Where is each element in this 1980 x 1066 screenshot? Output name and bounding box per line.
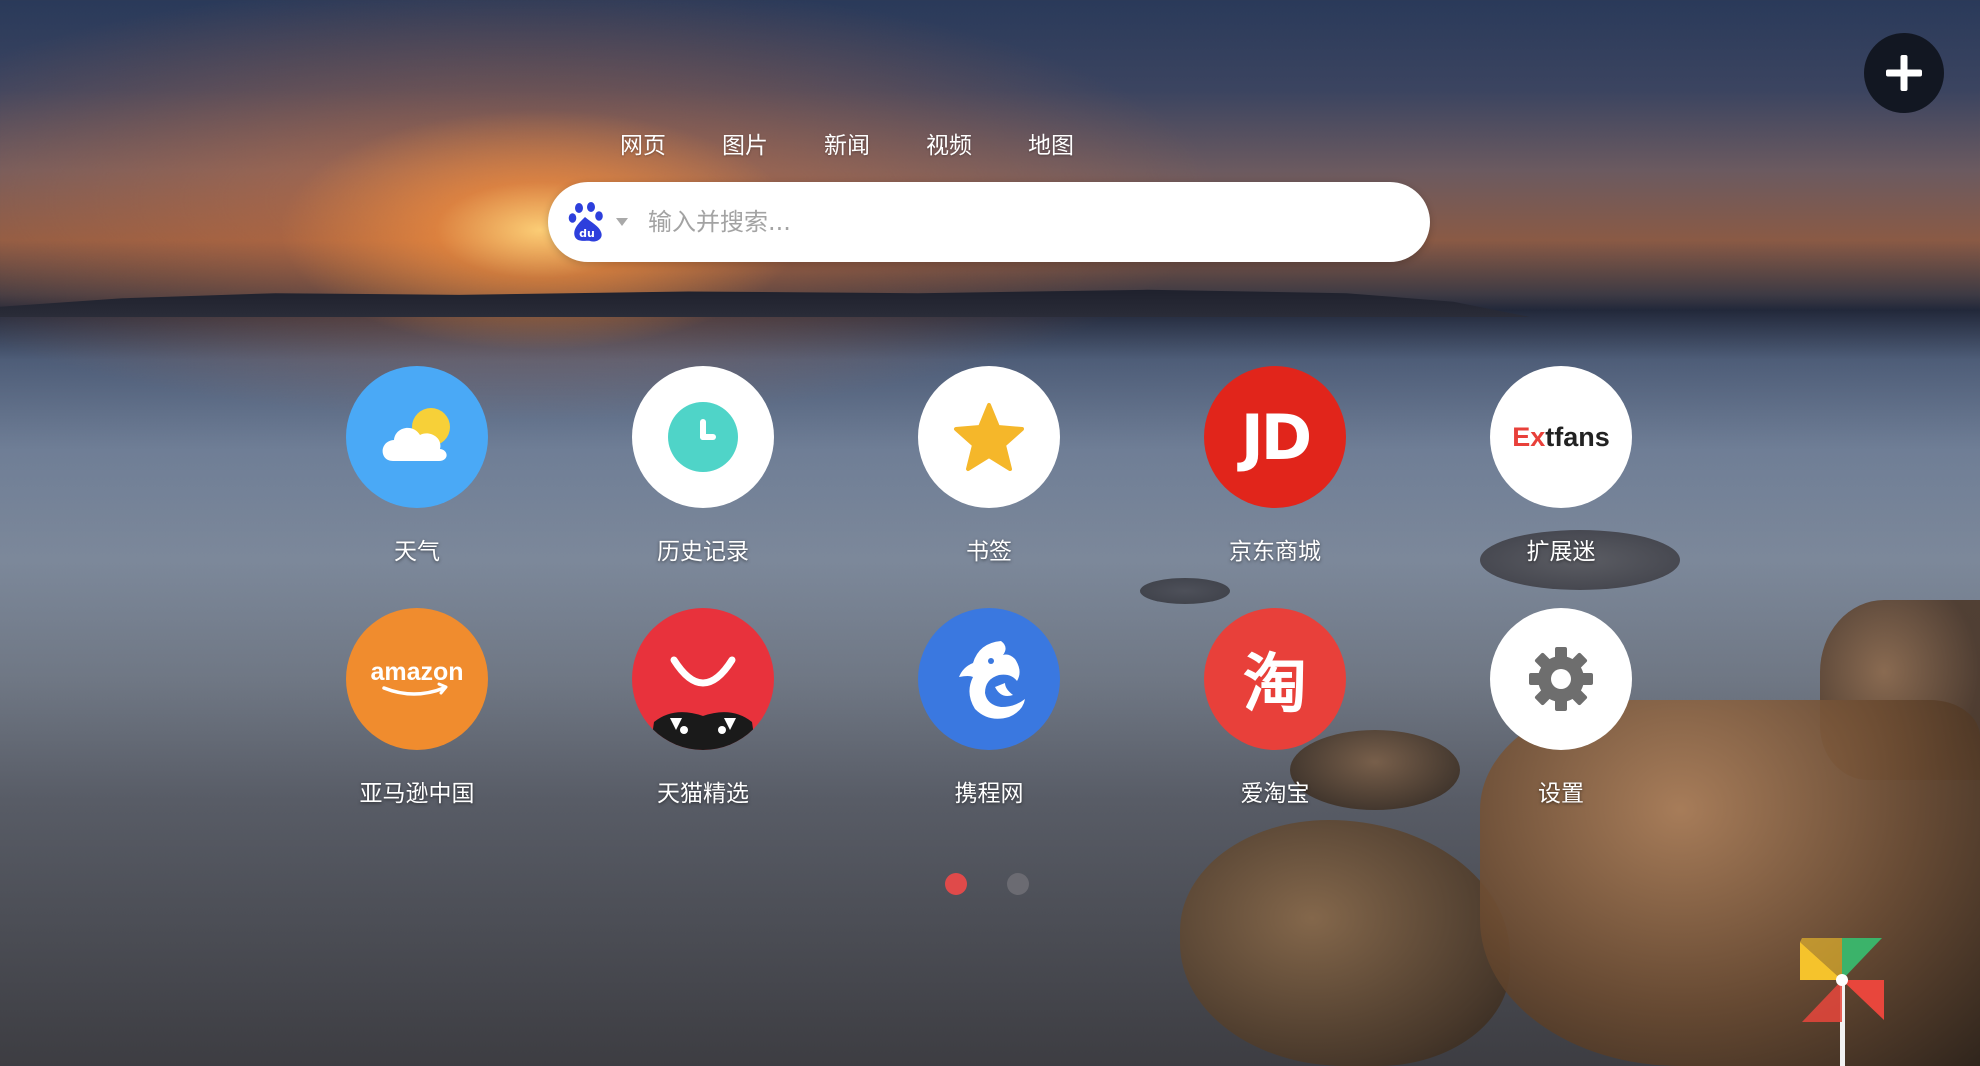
tab-images[interactable]: 图片 bbox=[722, 126, 768, 160]
weather-icon bbox=[346, 366, 488, 508]
page-dot-2[interactable] bbox=[1007, 873, 1029, 895]
app-tmall[interactable]: 天猫精选 bbox=[603, 608, 803, 808]
plus-icon bbox=[1886, 55, 1922, 91]
app-history[interactable]: 历史记录 bbox=[603, 366, 803, 566]
app-label: 设置 bbox=[1538, 781, 1584, 807]
page-dot-1[interactable] bbox=[945, 873, 967, 895]
tmall-logo-icon bbox=[632, 608, 774, 750]
search-bar: du bbox=[548, 182, 1430, 262]
app-label: 天猫精选 bbox=[657, 781, 749, 807]
search-category-tabs: 网页 图片 新闻 视频 地图 bbox=[620, 126, 1130, 160]
baidu-paw-icon: du bbox=[568, 202, 603, 242]
app-weather[interactable]: 天气 bbox=[317, 366, 517, 566]
ctrip-dolphin-icon bbox=[918, 608, 1060, 750]
app-ctrip[interactable]: 携程网 bbox=[889, 608, 1089, 808]
app-label: 书签 bbox=[966, 539, 1012, 565]
app-label: 扩展迷 bbox=[1526, 539, 1596, 565]
chevron-down-icon bbox=[616, 218, 628, 226]
background-rock bbox=[1140, 578, 1230, 604]
taobao-logo-text: 淘 bbox=[1243, 648, 1307, 722]
app-settings[interactable]: 设置 bbox=[1461, 608, 1661, 808]
background-rock bbox=[1180, 820, 1510, 1066]
page-indicator bbox=[945, 873, 1069, 895]
star-icon bbox=[918, 366, 1060, 508]
add-shortcut-button[interactable] bbox=[1864, 33, 1944, 113]
app-extfans[interactable]: Extfans 扩展迷 bbox=[1461, 366, 1661, 566]
jd-logo-text: JD bbox=[1240, 400, 1313, 474]
app-amazon[interactable]: amazon 亚马逊中国 bbox=[317, 608, 517, 808]
tab-news[interactable]: 新闻 bbox=[824, 126, 870, 160]
search-input[interactable] bbox=[646, 207, 1430, 237]
amazon-logo-text: amazon bbox=[370, 658, 463, 686]
tab-web[interactable]: 网页 bbox=[620, 126, 666, 160]
app-taobao[interactable]: 淘 爱淘宝 bbox=[1175, 608, 1375, 808]
taobao-logo-icon: 淘 bbox=[1204, 608, 1346, 750]
clock-icon bbox=[632, 366, 774, 508]
app-label: 携程网 bbox=[954, 781, 1024, 807]
svg-text:du: du bbox=[579, 227, 595, 240]
extfans-logo-text-tfans: tfans bbox=[1545, 421, 1610, 452]
app-label: 天气 bbox=[394, 539, 440, 565]
app-label: 京东商城 bbox=[1229, 539, 1321, 565]
extfans-logo-icon: Extfans bbox=[1490, 366, 1632, 508]
gear-icon bbox=[1490, 608, 1632, 750]
app-label: 爱淘宝 bbox=[1240, 781, 1310, 807]
app-jd[interactable]: JD 京东商城 bbox=[1175, 366, 1375, 566]
app-label: 亚马逊中国 bbox=[359, 781, 475, 807]
search-engine-selector[interactable]: du bbox=[568, 201, 628, 243]
tab-video[interactable]: 视频 bbox=[926, 126, 972, 160]
pinwheel-icon[interactable] bbox=[1800, 938, 1884, 1066]
amazon-logo-icon: amazon bbox=[346, 608, 488, 750]
tab-map[interactable]: 地图 bbox=[1028, 126, 1074, 160]
jd-logo-icon: JD bbox=[1204, 366, 1346, 508]
horizon-landmass bbox=[0, 289, 1530, 317]
extfans-logo-text-ex: Ex bbox=[1512, 421, 1546, 452]
app-label: 历史记录 bbox=[657, 539, 749, 565]
app-bookmarks[interactable]: 书签 bbox=[889, 366, 1089, 566]
extfans-logo-text: Extfans bbox=[1512, 422, 1610, 453]
